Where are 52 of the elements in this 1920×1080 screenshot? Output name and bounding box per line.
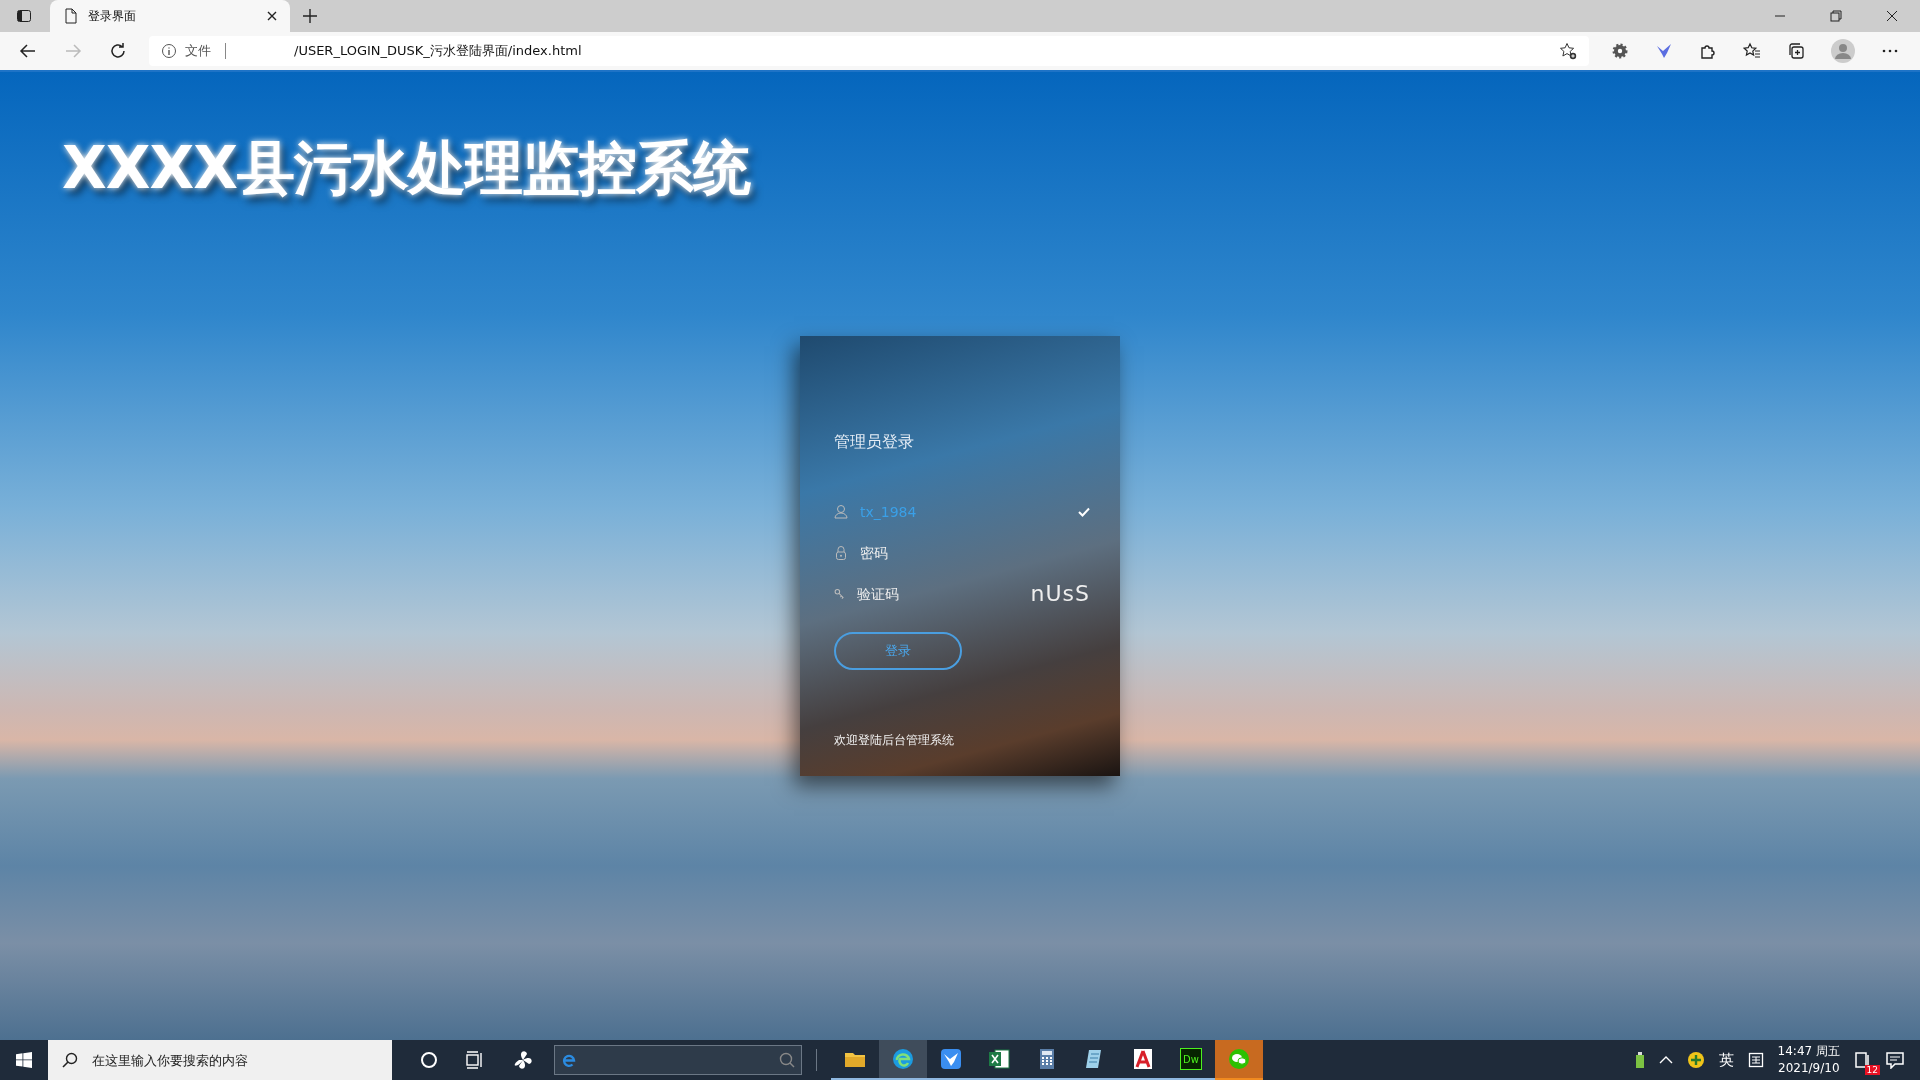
url-text: /USER_LOGIN_DUSK_污水登陆界面/index.html: [294, 42, 582, 60]
taskbar-search-field[interactable]: 在这里输入你要搜索的内容: [48, 1040, 392, 1080]
file-label: 文件: [185, 42, 211, 60]
lock-icon: [834, 544, 848, 561]
pinwheel-icon[interactable]: [512, 1049, 534, 1071]
restore-icon[interactable]: [1830, 10, 1842, 22]
captcha-field[interactable]: 验证码: [856, 585, 1031, 602]
search-icon: [779, 1052, 795, 1068]
close-icon[interactable]: [266, 10, 278, 22]
page-icon: [64, 8, 78, 24]
password-field[interactable]: 密码: [860, 544, 1050, 561]
clock[interactable]: 14:47 周五 2021/9/10: [1777, 1043, 1840, 1077]
user-icon: [834, 503, 848, 520]
info-icon: [161, 43, 177, 59]
add-favorite-icon[interactable]: [1559, 42, 1577, 60]
input-method-indicator[interactable]: 英: [1718, 1050, 1734, 1070]
spreadsheet-icon: [987, 1047, 1011, 1071]
chevron-up-icon[interactable]: [1658, 1055, 1673, 1065]
usb-icon[interactable]: [1634, 1051, 1645, 1069]
browser-tab[interactable]: 登录界面: [50, 0, 290, 32]
collections-icon[interactable]: [1787, 42, 1805, 60]
new-tab-icon[interactable]: [302, 8, 318, 24]
cortana-icon[interactable]: [420, 1051, 438, 1069]
action-center-icon[interactable]: [1886, 1051, 1904, 1069]
favorites-icon[interactable]: [1743, 42, 1761, 60]
avatar-icon[interactable]: [1831, 39, 1855, 63]
system-title: XXXX县污水处理监控系统: [62, 133, 750, 204]
clock-date: 2021/9/10: [1777, 1060, 1840, 1077]
sidebar-toggle-icon[interactable]: [16, 8, 32, 24]
back-icon[interactable]: [19, 42, 37, 60]
ie-icon: [561, 1052, 577, 1068]
windows-icon[interactable]: [16, 1052, 32, 1068]
chat-icon: [1227, 1047, 1251, 1071]
address-bar[interactable]: 文件 /USER_LOGIN_DUSK_污水登陆界面/index.html: [149, 36, 1589, 66]
edge-icon: [891, 1047, 915, 1071]
refresh-icon[interactable]: [109, 42, 127, 60]
task-view-icon[interactable]: [466, 1051, 484, 1069]
notification-count: 12: [1864, 1065, 1880, 1075]
document-icon: [1131, 1047, 1155, 1071]
clock-time: 14:47 周五: [1777, 1043, 1840, 1060]
address-search-field[interactable]: [554, 1045, 802, 1075]
gear-icon[interactable]: [1611, 42, 1629, 60]
plus-circle-icon[interactable]: [1686, 1051, 1705, 1069]
tab-title: 登录界面: [88, 7, 137, 25]
search-icon: [62, 1052, 78, 1068]
forward-icon: [64, 42, 82, 60]
puzzle-icon[interactable]: [1699, 42, 1717, 60]
dw-logo: Dw: [1180, 1048, 1202, 1070]
close-icon[interactable]: [1886, 10, 1898, 22]
login-heading: 管理员登录: [834, 432, 915, 453]
welcome-text: 欢迎登陆后台管理系统: [834, 732, 955, 749]
captcha-code[interactable]: nUsS: [1030, 581, 1090, 606]
